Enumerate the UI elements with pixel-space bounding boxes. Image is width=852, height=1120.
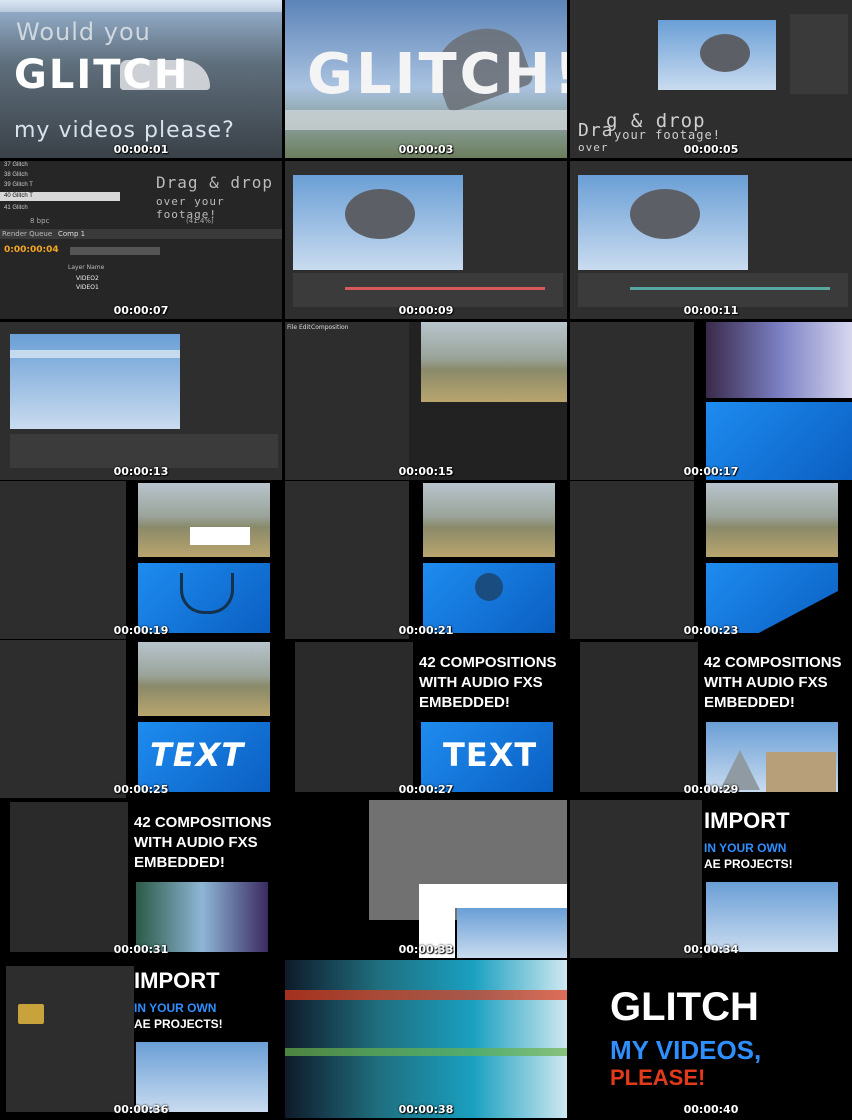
import-title-3: AE PROJECTS! xyxy=(704,857,793,871)
headline-line1: Would you xyxy=(16,18,151,46)
timestamp: 00:00:11 xyxy=(683,304,739,317)
text-graphic: TEXT xyxy=(443,736,538,774)
bpc-label[interactable]: 8 bpc xyxy=(30,217,49,225)
drag-text-3: your footage! xyxy=(614,128,721,142)
zoom-label[interactable]: (41.4%) xyxy=(186,217,214,225)
frame-08: File Edit Composition 00:00:15 xyxy=(285,322,567,480)
frame-15: 42 COMPOSITIONS WITH AUDIO FXS EMBEDDED!… xyxy=(570,640,852,798)
timestamp: 00:00:07 xyxy=(113,304,169,317)
frame-14: 42 COMPOSITIONS WITH AUDIO FXS EMBEDDED!… xyxy=(285,640,567,798)
timestamp: 00:00:34 xyxy=(683,943,739,956)
timestamp: 00:00:01 xyxy=(113,143,169,156)
frame-12: 00:00:23 xyxy=(570,481,852,639)
headline-line2: GLITCH xyxy=(14,52,190,98)
timestamp: 00:00:36 xyxy=(113,1103,169,1116)
outro-line-3: PLEASE! xyxy=(610,1065,706,1090)
tab-comp-1[interactable]: Comp 1 xyxy=(58,230,85,238)
frame-16: 42 COMPOSITIONS WITH AUDIO FXS EMBEDDED!… xyxy=(0,800,282,958)
timestamp: 00:00:29 xyxy=(683,783,739,796)
timestamp: 00:00:15 xyxy=(398,465,454,478)
frame-13: TEXT 00:00:25 xyxy=(0,640,282,798)
frame-04: 37 Glitch 38 Glitch 39 Glitch T 40 Glitc… xyxy=(0,161,282,319)
timestamp: 00:00:17 xyxy=(683,465,739,478)
timestamp: 00:00:21 xyxy=(398,624,454,637)
layer-item-selected[interactable]: 40 Glitch T xyxy=(0,192,120,201)
frame-02: GLITCH! 00:00:03 xyxy=(285,0,567,158)
menu-composition[interactable]: Composition xyxy=(311,324,348,331)
frame-21: GLITCH MY VIDEOS, PLEASE! 00:00:40 xyxy=(570,960,852,1118)
timestamp: 00:00:25 xyxy=(113,783,169,796)
timestamp: 00:00:03 xyxy=(398,143,454,156)
comp-title-2: WITH AUDIO FXS xyxy=(704,674,828,691)
frame-17: 00:00:33 xyxy=(285,800,567,958)
comp-title-3: EMBEDDED! xyxy=(704,694,795,711)
headline-line3: my videos please? xyxy=(14,118,235,143)
frame-19: IMPORT IN YOUR OWN AE PROJECTS! 00:00:36 xyxy=(0,960,282,1118)
frame-18: IMPORT IN YOUR OWN AE PROJECTS! 00:00:34 xyxy=(570,800,852,958)
timestamp: 00:00:05 xyxy=(683,143,739,156)
layer-item[interactable]: 37 Glitch xyxy=(0,161,282,170)
comp-title-1: 42 COMPOSITIONS xyxy=(704,654,842,671)
import-title-1: IMPORT xyxy=(134,968,220,993)
track-video1[interactable]: VIDEO1 xyxy=(76,284,99,291)
comp-title-1: 42 COMPOSITIONS xyxy=(419,654,557,671)
tab-render-queue[interactable]: Render Queue xyxy=(2,230,52,238)
text-graphic: TEXT xyxy=(150,736,245,774)
frame-05: 00:00:09 xyxy=(285,161,567,319)
timecode[interactable]: 0:00:00:04 xyxy=(4,245,59,255)
track-video2[interactable]: VIDEO2 xyxy=(76,275,99,282)
frame-11: 00:00:21 xyxy=(285,481,567,639)
timestamp: 00:00:31 xyxy=(113,943,169,956)
timestamp: 00:00:19 xyxy=(113,624,169,637)
globe-icon xyxy=(475,573,503,601)
frame-03: g & drop Dra your footage! over 00:00:05 xyxy=(570,0,852,158)
comp-title-3: EMBEDDED! xyxy=(134,854,225,871)
timestamp: 00:00:33 xyxy=(398,943,454,956)
timestamp: 00:00:13 xyxy=(113,465,169,478)
timestamp: 00:00:40 xyxy=(683,1103,739,1116)
drag-text-2: Dra xyxy=(578,120,614,141)
over-footage-text: over your footage! xyxy=(156,195,225,221)
timestamp: 00:00:38 xyxy=(398,1103,454,1116)
comp-title-2: WITH AUDIO FXS xyxy=(134,834,258,851)
comp-title-1: 42 COMPOSITIONS xyxy=(134,814,272,831)
frame-01: Would you GLITCH my videos please? 00:00… xyxy=(0,0,282,158)
import-title-3: AE PROJECTS! xyxy=(134,1017,223,1031)
timestamp: 00:00:27 xyxy=(398,783,454,796)
outro-line-2: MY VIDEOS, xyxy=(610,1035,762,1065)
hands-icon xyxy=(180,573,234,614)
timestamp: 00:00:23 xyxy=(683,624,739,637)
frame-10: 00:00:19 xyxy=(0,481,282,639)
menu-edit[interactable]: Edit xyxy=(299,324,311,331)
import-title-1: IMPORT xyxy=(704,808,790,833)
comp-title-2: WITH AUDIO FXS xyxy=(419,674,543,691)
frame-09: 00:00:17 xyxy=(570,322,852,480)
timestamp: 00:00:09 xyxy=(398,304,454,317)
drag-drop-text: Drag & drop xyxy=(156,173,273,192)
folder-icon xyxy=(18,1004,44,1024)
comp-title-3: EMBEDDED! xyxy=(419,694,510,711)
frame-06: 00:00:11 xyxy=(570,161,852,319)
contact-sheet: Would you GLITCH my videos please? 00:00… xyxy=(0,0,852,1120)
frame-20: 00:00:38 xyxy=(285,960,567,1118)
outro-line-1: GLITCH xyxy=(610,985,759,1029)
menu-file[interactable]: File xyxy=(287,324,297,331)
column-layer-name: Layer Name xyxy=(68,264,105,271)
frame-07: 00:00:13 xyxy=(0,322,282,480)
glitch-title: GLITCH! xyxy=(307,42,567,107)
